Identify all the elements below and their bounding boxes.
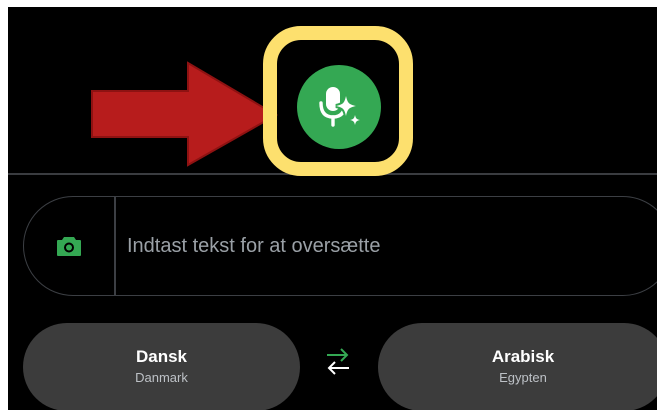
camera-separator (114, 197, 116, 295)
target-language-name: Arabisk (491, 347, 555, 366)
swap-languages-icon[interactable] (321, 344, 355, 378)
camera-button[interactable] (24, 197, 114, 295)
source-language-name: Dansk (135, 347, 188, 366)
translate-screen: Indtast tekst for at oversætte Dansk Dan… (8, 7, 657, 410)
target-language-button[interactable]: Arabisk Egypten (378, 323, 657, 410)
red-arrow-icon (91, 61, 278, 167)
camera-icon (57, 237, 81, 256)
input-placeholder: Indtast tekst for at oversætte (127, 235, 381, 257)
source-language-region: Danmark (135, 370, 188, 385)
voice-input-button[interactable] (297, 65, 381, 149)
text-input-field[interactable]: Indtast tekst for at oversætte (23, 196, 657, 296)
source-language-button[interactable]: Dansk Danmark (23, 323, 300, 410)
target-language-region: Egypten (499, 370, 547, 385)
voice-sparkle-icon (319, 87, 360, 127)
